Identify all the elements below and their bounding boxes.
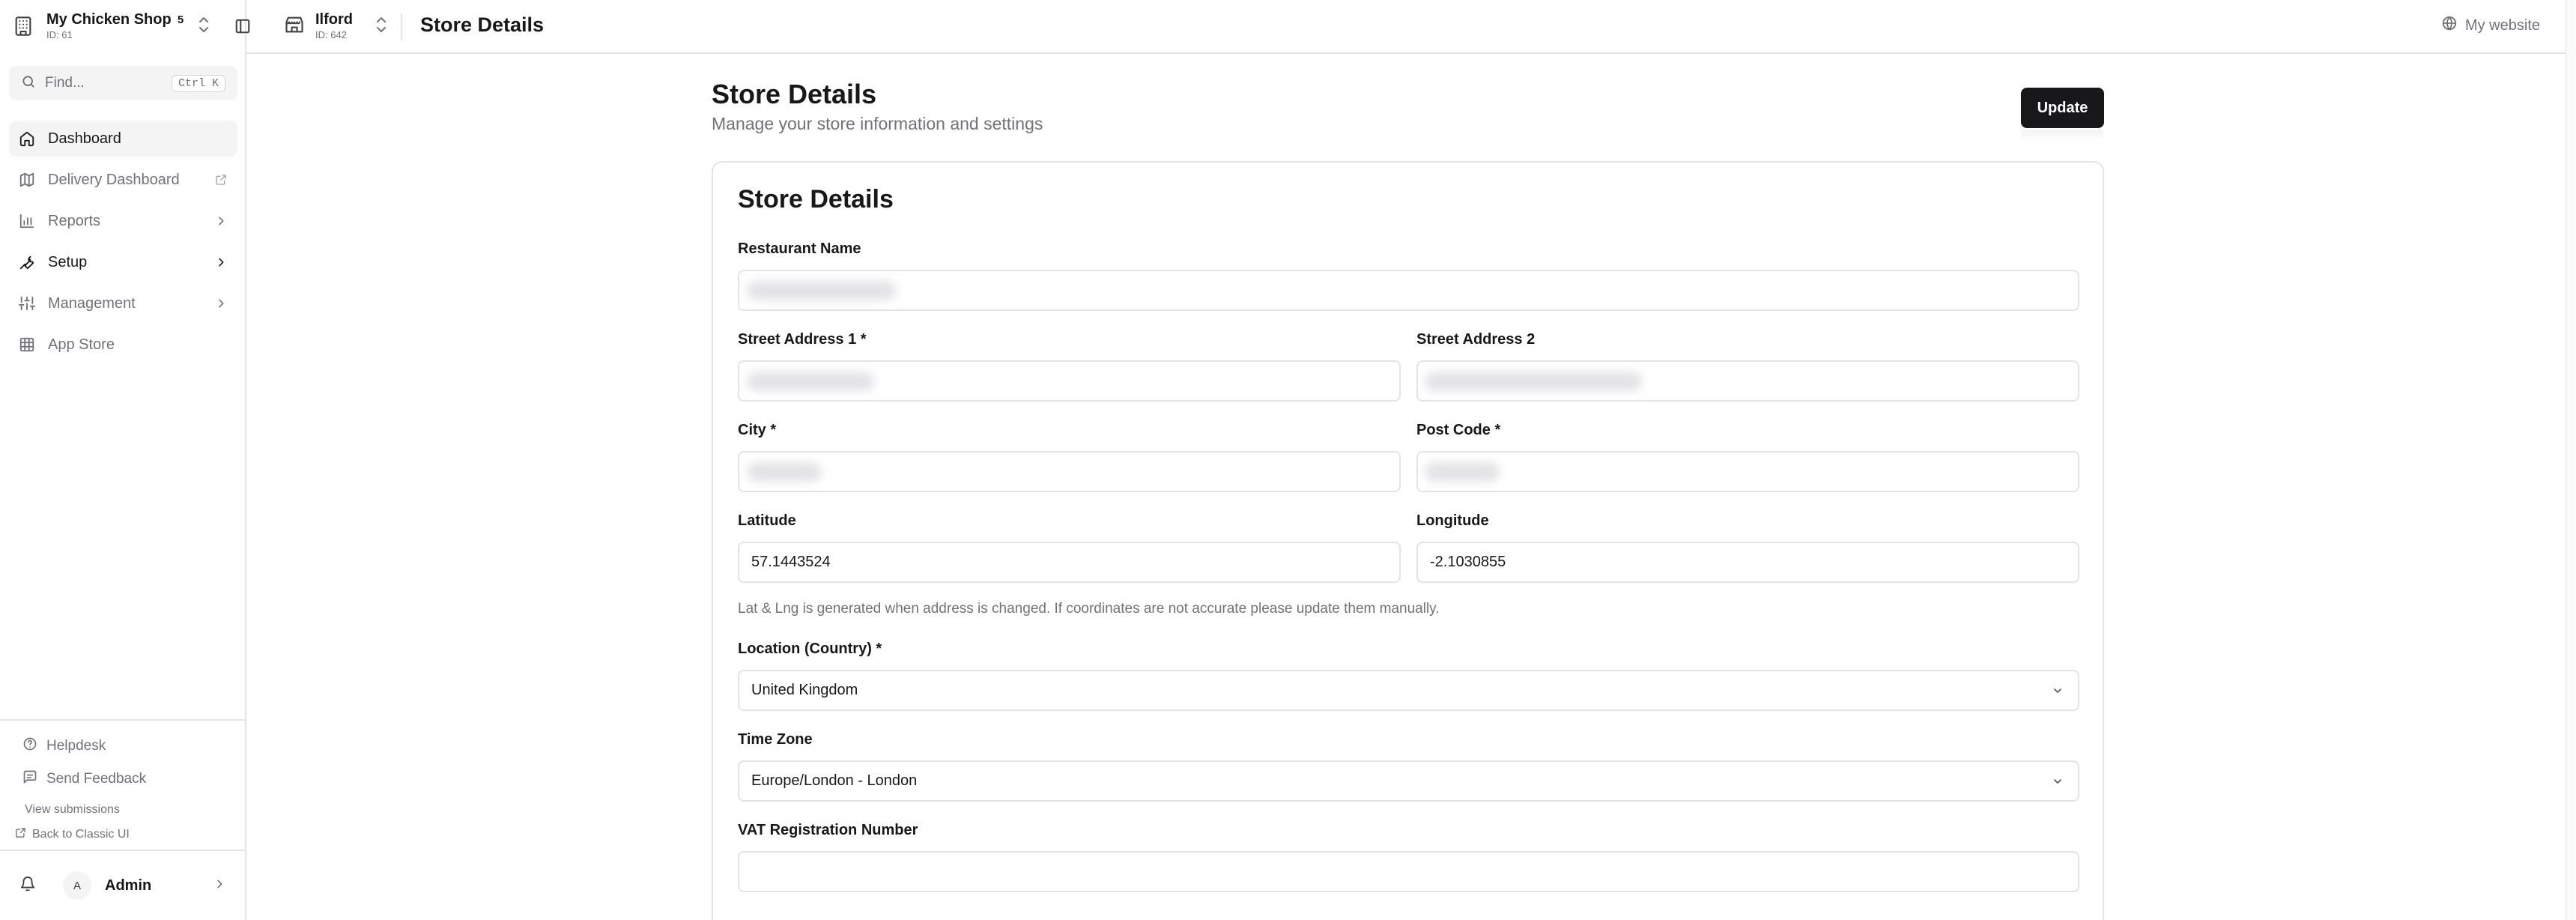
post-code-input[interactable]: [1416, 451, 2079, 492]
restaurant-name-label: Restaurant Name: [738, 240, 861, 257]
topbar-title: Store Details: [420, 13, 545, 36]
vat-label: VAT Registration Number: [738, 822, 918, 838]
chevron-right-icon: [213, 214, 228, 229]
search-input[interactable]: [45, 75, 165, 91]
wrench-icon: [18, 253, 36, 271]
sliders-icon: [18, 294, 36, 312]
redacted-value: [1425, 462, 1500, 482]
country-label: Location (Country) *: [738, 641, 882, 657]
search-shortcut: Ctrl K: [171, 74, 225, 92]
globe-icon: [2441, 15, 2458, 36]
coordinates-hint: Lat & Lng is generated when address is c…: [738, 601, 1440, 617]
chevrons-up-down-icon: [374, 13, 389, 40]
org-id: ID: 61: [46, 29, 73, 40]
grid-icon: [18, 336, 36, 354]
user-menu[interactable]: A Admin: [0, 850, 245, 920]
update-button[interactable]: Update: [2021, 88, 2104, 142]
view-submissions-link[interactable]: View submissions: [25, 803, 120, 817]
sidebar-item-label: Delivery Dashboard: [48, 171, 180, 188]
send-feedback-label: Send Feedback: [46, 770, 147, 787]
back-to-classic-link[interactable]: Back to Classic UI: [15, 827, 130, 842]
sidebar-item-dashboard[interactable]: Dashboard: [9, 121, 237, 157]
sidebar-item-label: Reports: [48, 212, 101, 229]
sidebar-item-reports[interactable]: Reports: [9, 203, 237, 239]
street-address-1-label: Street Address 1 *: [738, 331, 867, 348]
chevron-down-icon: [2049, 683, 2066, 699]
chevron-down-icon: [2049, 773, 2066, 790]
page-scrollbar[interactable]: [2566, 0, 2576, 920]
sidebar: My Chicken Shop ID: 61 5 Ctrl K Dashboar…: [0, 0, 246, 920]
bar-chart-icon: [18, 212, 36, 230]
topbar-divider: [401, 13, 402, 40]
store-details-card: Store Details Restaurant Name Street Add…: [712, 161, 2104, 920]
restaurant-name-input[interactable]: [738, 270, 2079, 311]
store-icon: [284, 14, 305, 39]
longitude-input[interactable]: [1416, 542, 2079, 583]
timezone-label: Time Zone: [738, 731, 813, 748]
country-value: United Kingdom: [751, 682, 858, 698]
redacted-value: [747, 281, 897, 300]
user-name: Admin: [105, 877, 152, 894]
street-address-2-label: Street Address 2: [1416, 331, 1536, 348]
back-to-classic-label: Back to Classic UI: [32, 828, 130, 841]
post-code-label: Post Code *: [1416, 422, 1501, 438]
top-bar: Ilford ID: 642 Store Details My website: [235, 0, 2576, 54]
redacted-value: [1425, 372, 1642, 391]
sidebar-toggle-icon[interactable]: [233, 16, 252, 36]
store-name: Ilford: [315, 11, 353, 28]
bell-icon[interactable]: [19, 876, 36, 896]
external-link-icon: [15, 827, 26, 842]
helpdesk-link[interactable]: Helpdesk: [22, 736, 106, 755]
building-icon: [10, 13, 36, 39]
help-circle-icon: [22, 736, 37, 755]
my-website-link[interactable]: My website: [2441, 15, 2540, 36]
sidebar-item-management[interactable]: Management: [9, 285, 237, 321]
country-select[interactable]: United Kingdom: [738, 670, 2079, 711]
external-link-icon: [213, 172, 228, 187]
sidebar-item-label: App Store: [48, 336, 115, 353]
sidebar-item-label: Management: [48, 294, 136, 312]
city-label: City *: [738, 422, 777, 438]
avatar: A: [63, 871, 91, 900]
city-input[interactable]: [738, 451, 1401, 492]
search-box[interactable]: Ctrl K: [9, 66, 237, 100]
sidebar-item-delivery-dashboard[interactable]: Delivery Dashboard: [9, 162, 237, 198]
timezone-value: Europe/London - London: [751, 772, 918, 789]
send-feedback-link[interactable]: Send Feedback: [22, 769, 146, 788]
home-icon: [18, 130, 36, 148]
page-title: Store Details: [712, 79, 877, 109]
card-title: Store Details: [738, 185, 894, 214]
longitude-label: Longitude: [1416, 512, 1489, 529]
page-subtitle: Manage your store information and settin…: [712, 114, 1043, 133]
sidebar-nav: Dashboard Delivery Dashboard Reports Set…: [9, 121, 237, 368]
timezone-select[interactable]: Europe/London - London: [738, 760, 2079, 802]
search-icon: [21, 74, 36, 93]
latitude-label: Latitude: [738, 512, 796, 529]
vat-input[interactable]: [738, 851, 2079, 892]
sidebar-item-app-store[interactable]: App Store: [9, 327, 237, 363]
org-name: My Chicken Shop: [46, 11, 172, 28]
helpdesk-label: Helpdesk: [46, 737, 106, 754]
sidebar-item-setup[interactable]: Setup: [9, 244, 237, 280]
page-header: Store Details Manage your store informat…: [712, 78, 1043, 135]
chevron-right-icon: [213, 255, 228, 270]
store-switcher[interactable]: Ilford ID: 642: [284, 6, 389, 46]
chevron-right-icon: [213, 296, 228, 311]
message-square-icon: [22, 769, 37, 788]
store-id: ID: 642: [315, 29, 347, 40]
redacted-value: [747, 372, 874, 391]
chevron-right-icon: [213, 878, 225, 894]
redacted-value: [747, 462, 822, 482]
latitude-input[interactable]: [738, 542, 1401, 583]
sidebar-item-label: Setup: [48, 253, 88, 270]
my-website-label: My website: [2464, 16, 2540, 34]
map-icon: [18, 171, 36, 189]
chevrons-up-down-icon[interactable]: [196, 13, 211, 36]
org-count-badge: 5: [177, 13, 184, 26]
sidebar-item-label: Dashboard: [48, 130, 121, 147]
